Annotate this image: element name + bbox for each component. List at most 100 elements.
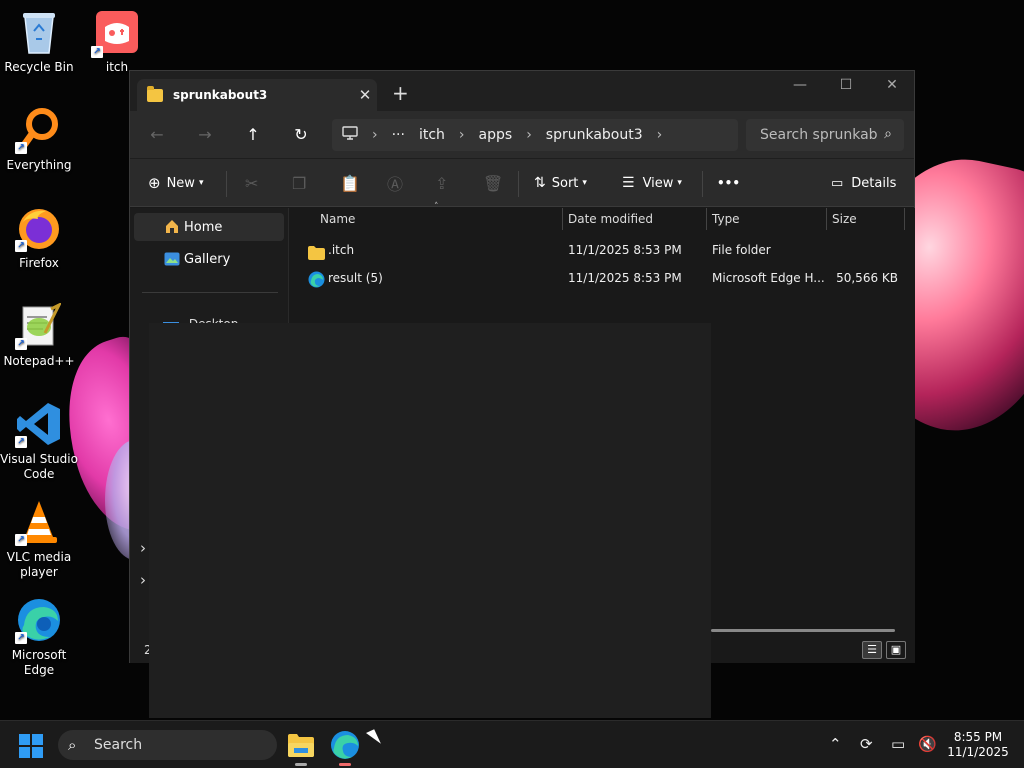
view-button[interactable]: ☰ View ▾ bbox=[622, 172, 682, 194]
nav-item-home[interactable]: Home bbox=[134, 213, 284, 241]
column-divider[interactable] bbox=[904, 208, 905, 230]
everything-search-icon: ↗ bbox=[15, 106, 63, 154]
share-icon[interactable]: ⇪ bbox=[435, 172, 448, 194]
desktop-icon-everything[interactable]: ↗ Everything bbox=[0, 106, 78, 173]
sort-icon: ⇅ bbox=[534, 175, 546, 191]
nav-item-label: Home bbox=[184, 219, 223, 235]
search-input[interactable]: Search sprunkab ⌕ bbox=[746, 119, 904, 151]
details-label: Details bbox=[851, 175, 897, 191]
sort-ascending-icon: ˄ bbox=[434, 202, 439, 212]
firefox-icon: ↗ bbox=[15, 204, 63, 252]
details-view-icon[interactable]: ☰ bbox=[862, 641, 882, 659]
nav-item-gallery[interactable]: Gallery bbox=[134, 245, 284, 273]
file-type: File folder bbox=[712, 243, 771, 257]
taskbar-microsoft-edge[interactable] bbox=[329, 729, 361, 766]
sync-icon[interactable]: ⟳ bbox=[860, 735, 873, 753]
breadcrumb-overflow[interactable]: ··· bbox=[392, 127, 405, 143]
search-icon: ⌕ bbox=[68, 736, 77, 754]
taskbar-search[interactable]: ⌕ Search bbox=[58, 730, 277, 760]
copy-icon[interactable]: ❐ bbox=[292, 172, 306, 194]
desktop-icon-firefox[interactable]: ↗ Firefox bbox=[0, 204, 78, 271]
column-header-name[interactable]: Name bbox=[320, 208, 355, 230]
explorer-tab[interactable]: sprunkabout3 ✕ bbox=[137, 79, 377, 111]
breadcrumb-apps[interactable]: apps bbox=[479, 127, 513, 143]
notepad-plus-plus-icon: ↗ bbox=[15, 302, 63, 350]
chevron-right-icon[interactable]: › bbox=[140, 571, 146, 589]
plus-circle-icon: ⊕ bbox=[148, 174, 161, 192]
desktop-icon-itch[interactable]: ↗ itch bbox=[78, 8, 156, 75]
table-row[interactable]: result (5) 11/1/2025 8:53 PM Microsoft E… bbox=[290, 264, 915, 292]
running-indicator bbox=[295, 763, 307, 766]
more-options-button[interactable]: ••• bbox=[717, 172, 740, 194]
sort-button[interactable]: ⇅ Sort ▾ bbox=[534, 172, 587, 194]
taskbar-search-label: Search bbox=[94, 737, 143, 753]
volume-muted-icon[interactable]: 🔇 bbox=[918, 735, 937, 753]
horizontal-scrollbar[interactable] bbox=[711, 629, 895, 632]
table-row[interactable]: .itch 11/1/2025 8:53 PM File folder bbox=[290, 236, 915, 264]
blank-flyout-panel[interactable] bbox=[149, 323, 711, 718]
toolbar-divider bbox=[702, 171, 703, 197]
windows-logo-icon bbox=[19, 734, 30, 745]
breadcrumb-sprunkabout3[interactable]: sprunkabout3 bbox=[546, 127, 643, 143]
window-titlebar[interactable]: sprunkabout3 ✕ + — ☐ ✕ bbox=[130, 71, 914, 111]
desktop-icon-recycle-bin[interactable]: Recycle Bin bbox=[0, 8, 78, 75]
column-header-size[interactable]: Size bbox=[832, 208, 857, 230]
minimize-button[interactable]: — bbox=[777, 77, 823, 93]
sort-label: Sort bbox=[551, 175, 579, 191]
shortcut-arrow-icon: ↗ bbox=[15, 338, 27, 350]
delete-icon[interactable]: 🗑 bbox=[483, 172, 503, 194]
tab-title: sprunkabout3 bbox=[173, 88, 268, 102]
back-button[interactable]: ← bbox=[143, 123, 171, 147]
view-list-icon: ☰ bbox=[622, 175, 635, 191]
folder-icon bbox=[147, 85, 163, 102]
forward-button[interactable]: → bbox=[191, 123, 219, 147]
chevron-right-icon[interactable]: › bbox=[140, 539, 146, 557]
toolbar-divider bbox=[518, 171, 519, 197]
new-label: New bbox=[166, 175, 195, 191]
cut-icon[interactable]: ✂ bbox=[245, 172, 258, 194]
running-indicator bbox=[339, 763, 351, 766]
nav-divider bbox=[142, 292, 278, 293]
windows-logo-icon bbox=[32, 747, 43, 758]
column-divider[interactable] bbox=[562, 208, 563, 230]
new-tab-button[interactable]: + bbox=[392, 83, 409, 103]
file-type: Microsoft Edge H... bbox=[712, 271, 825, 285]
clock[interactable]: 8:55 PM 11/1/2025 bbox=[938, 730, 1018, 760]
new-button[interactable]: ⊕ New ▾ bbox=[148, 172, 203, 194]
breadcrumb-itch[interactable]: itch bbox=[419, 127, 445, 143]
chevron-up-icon[interactable]: ⌃ bbox=[829, 735, 842, 753]
maximize-button[interactable]: ☐ bbox=[823, 77, 869, 93]
address-bar[interactable]: › ··· itch › apps › sprunkabout3 › bbox=[332, 119, 738, 151]
desktop-icon-visual-studio-code[interactable]: ↗ Visual Studio Code bbox=[0, 400, 78, 482]
close-button[interactable]: ✕ bbox=[869, 77, 915, 93]
up-button[interactable]: ↑ bbox=[239, 123, 267, 147]
tab-close-icon[interactable]: ✕ bbox=[353, 86, 377, 104]
taskbar-file-explorer[interactable] bbox=[285, 729, 317, 766]
shortcut-arrow-icon: ↗ bbox=[91, 46, 103, 58]
column-divider[interactable] bbox=[706, 208, 707, 230]
shortcut-arrow-icon: ↗ bbox=[15, 534, 27, 546]
vlc-cone-icon: ↗ bbox=[15, 498, 63, 546]
refresh-button[interactable]: ↻ bbox=[287, 123, 315, 147]
details-button[interactable]: ▭ Details bbox=[831, 172, 896, 194]
view-label: View bbox=[642, 175, 674, 191]
desktop-icon-microsoft-edge[interactable]: ↗ Microsoft Edge bbox=[0, 596, 78, 678]
file-date: 11/1/2025 8:53 PM bbox=[568, 271, 682, 285]
desktop-icon-notepad-plus-plus[interactable]: ↗ Notepad++ bbox=[0, 302, 78, 369]
chevron-right-icon[interactable]: › bbox=[657, 127, 663, 143]
tiles-view-icon[interactable]: ▣ bbox=[886, 641, 906, 659]
edge-icon bbox=[331, 731, 359, 759]
file-size: 50,566 KB bbox=[836, 271, 898, 285]
column-header-date-modified[interactable]: Date modified bbox=[568, 208, 653, 230]
start-button[interactable] bbox=[19, 734, 43, 758]
nav-item-label: Gallery bbox=[184, 251, 231, 267]
rename-icon[interactable]: Ⓐ bbox=[387, 172, 403, 194]
chevron-right-icon: › bbox=[372, 127, 378, 143]
paste-icon[interactable]: 📋 bbox=[340, 172, 360, 194]
column-divider[interactable] bbox=[826, 208, 827, 230]
desktop-icon-vlc[interactable]: ↗ VLC media player bbox=[0, 498, 78, 580]
gallery-icon bbox=[164, 252, 180, 266]
network-icon[interactable]: ▭ bbox=[891, 735, 905, 753]
column-header-type[interactable]: Type bbox=[712, 208, 740, 230]
clock-date: 11/1/2025 bbox=[947, 745, 1009, 759]
